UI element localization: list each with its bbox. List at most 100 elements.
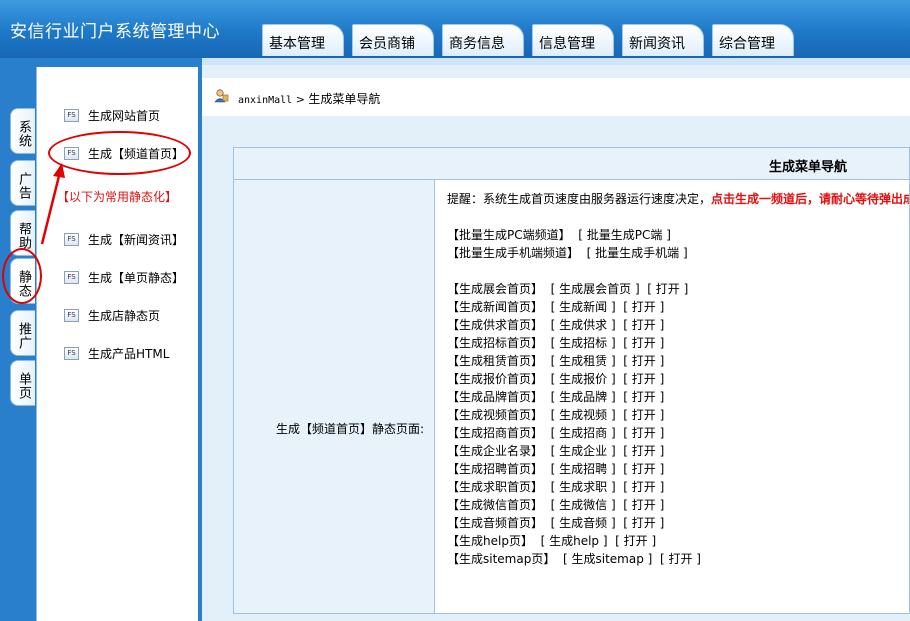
user-icon (214, 89, 229, 103)
side-tab-single-page[interactable]: 单页 (10, 360, 35, 406)
channel-open-button[interactable]: [ 打开 ] (623, 462, 664, 476)
breadcrumb-root[interactable]: anxinMall (238, 95, 292, 106)
channel-generate-button[interactable]: [ 生成招标 ] (551, 336, 616, 350)
channel-row: 【生成品牌首页】 [ 生成品牌 ] [ 打开 ] (447, 388, 664, 406)
menu-item-label: 生成【新闻资讯】 (88, 233, 185, 247)
menu-item-label: 生成店静态页 (88, 309, 161, 323)
channel-label: 【生成租赁首页】 (447, 354, 544, 368)
row-label-cell: 生成【频道首页】静态页面: (234, 180, 435, 613)
channel-generate-button[interactable]: [ 生成租赁 ] (551, 354, 616, 368)
channel-generate-button[interactable]: [ 生成供求 ] (551, 318, 616, 332)
row-body-cell: 提醒：系统生成首页速度由服务器运行速度决定，点击生成一频道后，请耐心等待弹出成 … (435, 180, 910, 613)
channel-open-button[interactable]: [ 打开 ] (660, 552, 701, 566)
batch-row: 【批量生成PC端频道】 [ 批量生成PC端 ] (447, 226, 671, 244)
channel-row: 【生成招聘首页】 [ 生成招聘 ] [ 打开 ] (447, 460, 664, 478)
channel-generate-button[interactable]: [ 生成报价 ] (551, 372, 616, 386)
channel-open-button[interactable]: [ 打开 ] (623, 498, 664, 512)
channel-row: 【生成企业名录】 [ 生成企业 ] [ 打开 ] (447, 442, 664, 460)
fs-file-icon: FS (64, 309, 79, 322)
channel-generate-button[interactable]: [ 生成视频 ] (551, 408, 616, 422)
channel-row: 【生成供求首页】 [ 生成供求 ] [ 打开 ] (447, 316, 664, 334)
channel-open-button[interactable]: [ 打开 ] (623, 354, 664, 368)
batch-label: 【批量生成手机端频道】 (447, 246, 580, 260)
channel-row: 【生成报价首页】 [ 生成报价 ] [ 打开 ] (447, 370, 664, 388)
channel-label: 【生成招商首页】 (447, 426, 544, 440)
breadcrumb-current: 生成菜单导航 (308, 92, 381, 106)
batch-label: 【批量生成PC端频道】 (447, 228, 571, 242)
breadcrumb-text: anxinMall > 生成菜单导航 (238, 90, 380, 107)
annotation-arrow (40, 163, 65, 245)
channel-open-button[interactable]: [ 打开 ] (623, 300, 664, 314)
channel-generate-button[interactable]: [ 生成新闻 ] (551, 300, 616, 314)
channel-open-button[interactable]: [ 打开 ] (647, 282, 688, 296)
channel-label: 【生成sitemap页】 (447, 552, 556, 566)
channel-open-button[interactable]: [ 打开 ] (623, 318, 664, 332)
channel-open-button[interactable]: [ 打开 ] (623, 408, 664, 422)
channel-open-button[interactable]: [ 打开 ] (623, 426, 664, 440)
tab-info-management[interactable]: 信息管理 (532, 24, 614, 56)
side-tab-system[interactable]: 系统 (10, 108, 35, 154)
channel-row: 【生成租赁首页】 [ 生成租赁 ] [ 打开 ] (447, 352, 664, 370)
channel-open-button[interactable]: [ 打开 ] (623, 480, 664, 494)
channel-label: 【生成招标首页】 (447, 336, 544, 350)
channel-row: 【生成求职首页】 [ 生成求职 ] [ 打开 ] (447, 478, 664, 496)
row-label: 生成【频道首页】静态页面: (276, 422, 425, 436)
channel-open-button[interactable]: [ 打开 ] (623, 444, 664, 458)
channel-open-button[interactable]: [ 打开 ] (623, 516, 664, 530)
tab-general-management[interactable]: 综合管理 (712, 24, 794, 56)
channel-row: 【生成微信首页】 [ 生成微信 ] [ 打开 ] (447, 496, 664, 514)
channel-label: 【生成help页】 (447, 534, 533, 548)
tab-basic-management[interactable]: 基本管理 (262, 24, 344, 56)
channel-generate-button[interactable]: [ 生成help ] (541, 534, 608, 548)
channel-generate-button[interactable]: [ 生成求职 ] (551, 480, 616, 494)
channel-label: 【生成企业名录】 (447, 444, 544, 458)
channel-generate-button[interactable]: [ 生成招商 ] (551, 426, 616, 440)
tab-member-shops[interactable]: 会员商铺 (352, 24, 434, 56)
channel-label: 【生成新闻首页】 (447, 300, 544, 314)
channel-generate-button[interactable]: [ 生成sitemap ] (563, 552, 652, 566)
batch-row: 【批量生成手机端频道】 [ 批量生成手机端 ] (447, 244, 688, 262)
common-static-note: 【以下为常用静态化】 (57, 190, 178, 204)
fs-file-icon: FS (64, 271, 79, 284)
channel-label: 【生成报价首页】 (447, 372, 544, 386)
channel-label: 【生成品牌首页】 (447, 390, 544, 404)
channel-label: 【生成招聘首页】 (447, 462, 544, 476)
channel-generate-button[interactable]: [ 生成招聘 ] (551, 462, 616, 476)
batch-generate-pc-button[interactable]: [ 批量生成PC端 ] (578, 228, 671, 242)
tip-line: 提醒：系统生成首页速度由服务器运行速度决定，点击生成一频道后，请耐心等待弹出成 (447, 190, 910, 208)
channel-row: 【生成新闻首页】 [ 生成新闻 ] [ 打开 ] (447, 298, 664, 316)
channel-open-button[interactable]: [ 打开 ] (623, 336, 664, 350)
channel-generate-button[interactable]: [ 生成展会首页 ] (551, 282, 640, 296)
fs-file-icon: FS (64, 109, 79, 122)
menu-item-label: 生成产品HTML (88, 347, 170, 361)
channel-label: 【生成微信首页】 (447, 498, 544, 512)
fs-file-icon: FS (64, 347, 79, 360)
channel-row: 【生成sitemap页】 [ 生成sitemap ] [ 打开 ] (447, 550, 701, 568)
channel-open-button[interactable]: [ 打开 ] (623, 390, 664, 404)
tab-news[interactable]: 新闻资讯 (622, 24, 704, 56)
menu-item-label: 生成【单页静态】 (88, 271, 185, 285)
highlight-circle (2, 248, 42, 304)
breadcrumb-separator: > (295, 93, 305, 106)
channel-row: 【生成展会首页】 [ 生成展会首页 ] [ 打开 ] (447, 280, 688, 298)
channel-label: 【生成展会首页】 (447, 282, 544, 296)
channel-row: 【生成招商首页】 [ 生成招商 ] [ 打开 ] (447, 424, 664, 442)
tab-business-info[interactable]: 商务信息 (442, 24, 524, 56)
channel-generate-button[interactable]: [ 生成音频 ] (551, 516, 616, 530)
generate-menu-table: 生成菜单导航 生成【频道首页】静态页面: 提醒：系统生成首页速度由服务器运行速度… (233, 147, 910, 614)
channel-label: 【生成求职首页】 (447, 480, 544, 494)
batch-generate-mobile-button[interactable]: [ 批量生成手机端 ] (587, 246, 688, 260)
channel-generate-button[interactable]: [ 生成品牌 ] (551, 390, 616, 404)
side-tab-promotion[interactable]: 推广 (10, 310, 35, 356)
channel-row: 【生成视频首页】 [ 生成视频 ] [ 打开 ] (447, 406, 664, 424)
app-title: 安信行业门户系统管理中心 (10, 22, 220, 42)
tip-emphasis: 点击生成一频道后，请耐心等待弹出成 (711, 192, 910, 206)
channel-open-button[interactable]: [ 打开 ] (623, 372, 664, 386)
channel-label: 【生成供求首页】 (447, 318, 544, 332)
table-header: 生成菜单导航 (234, 148, 909, 180)
channel-generate-button[interactable]: [ 生成微信 ] (551, 498, 616, 512)
channel-open-button[interactable]: [ 打开 ] (615, 534, 656, 548)
channel-row: 【生成招标首页】 [ 生成招标 ] [ 打开 ] (447, 334, 664, 352)
channel-generate-button[interactable]: [ 生成企业 ] (551, 444, 616, 458)
channel-row: 【生成help页】 [ 生成help ] [ 打开 ] (447, 532, 656, 550)
